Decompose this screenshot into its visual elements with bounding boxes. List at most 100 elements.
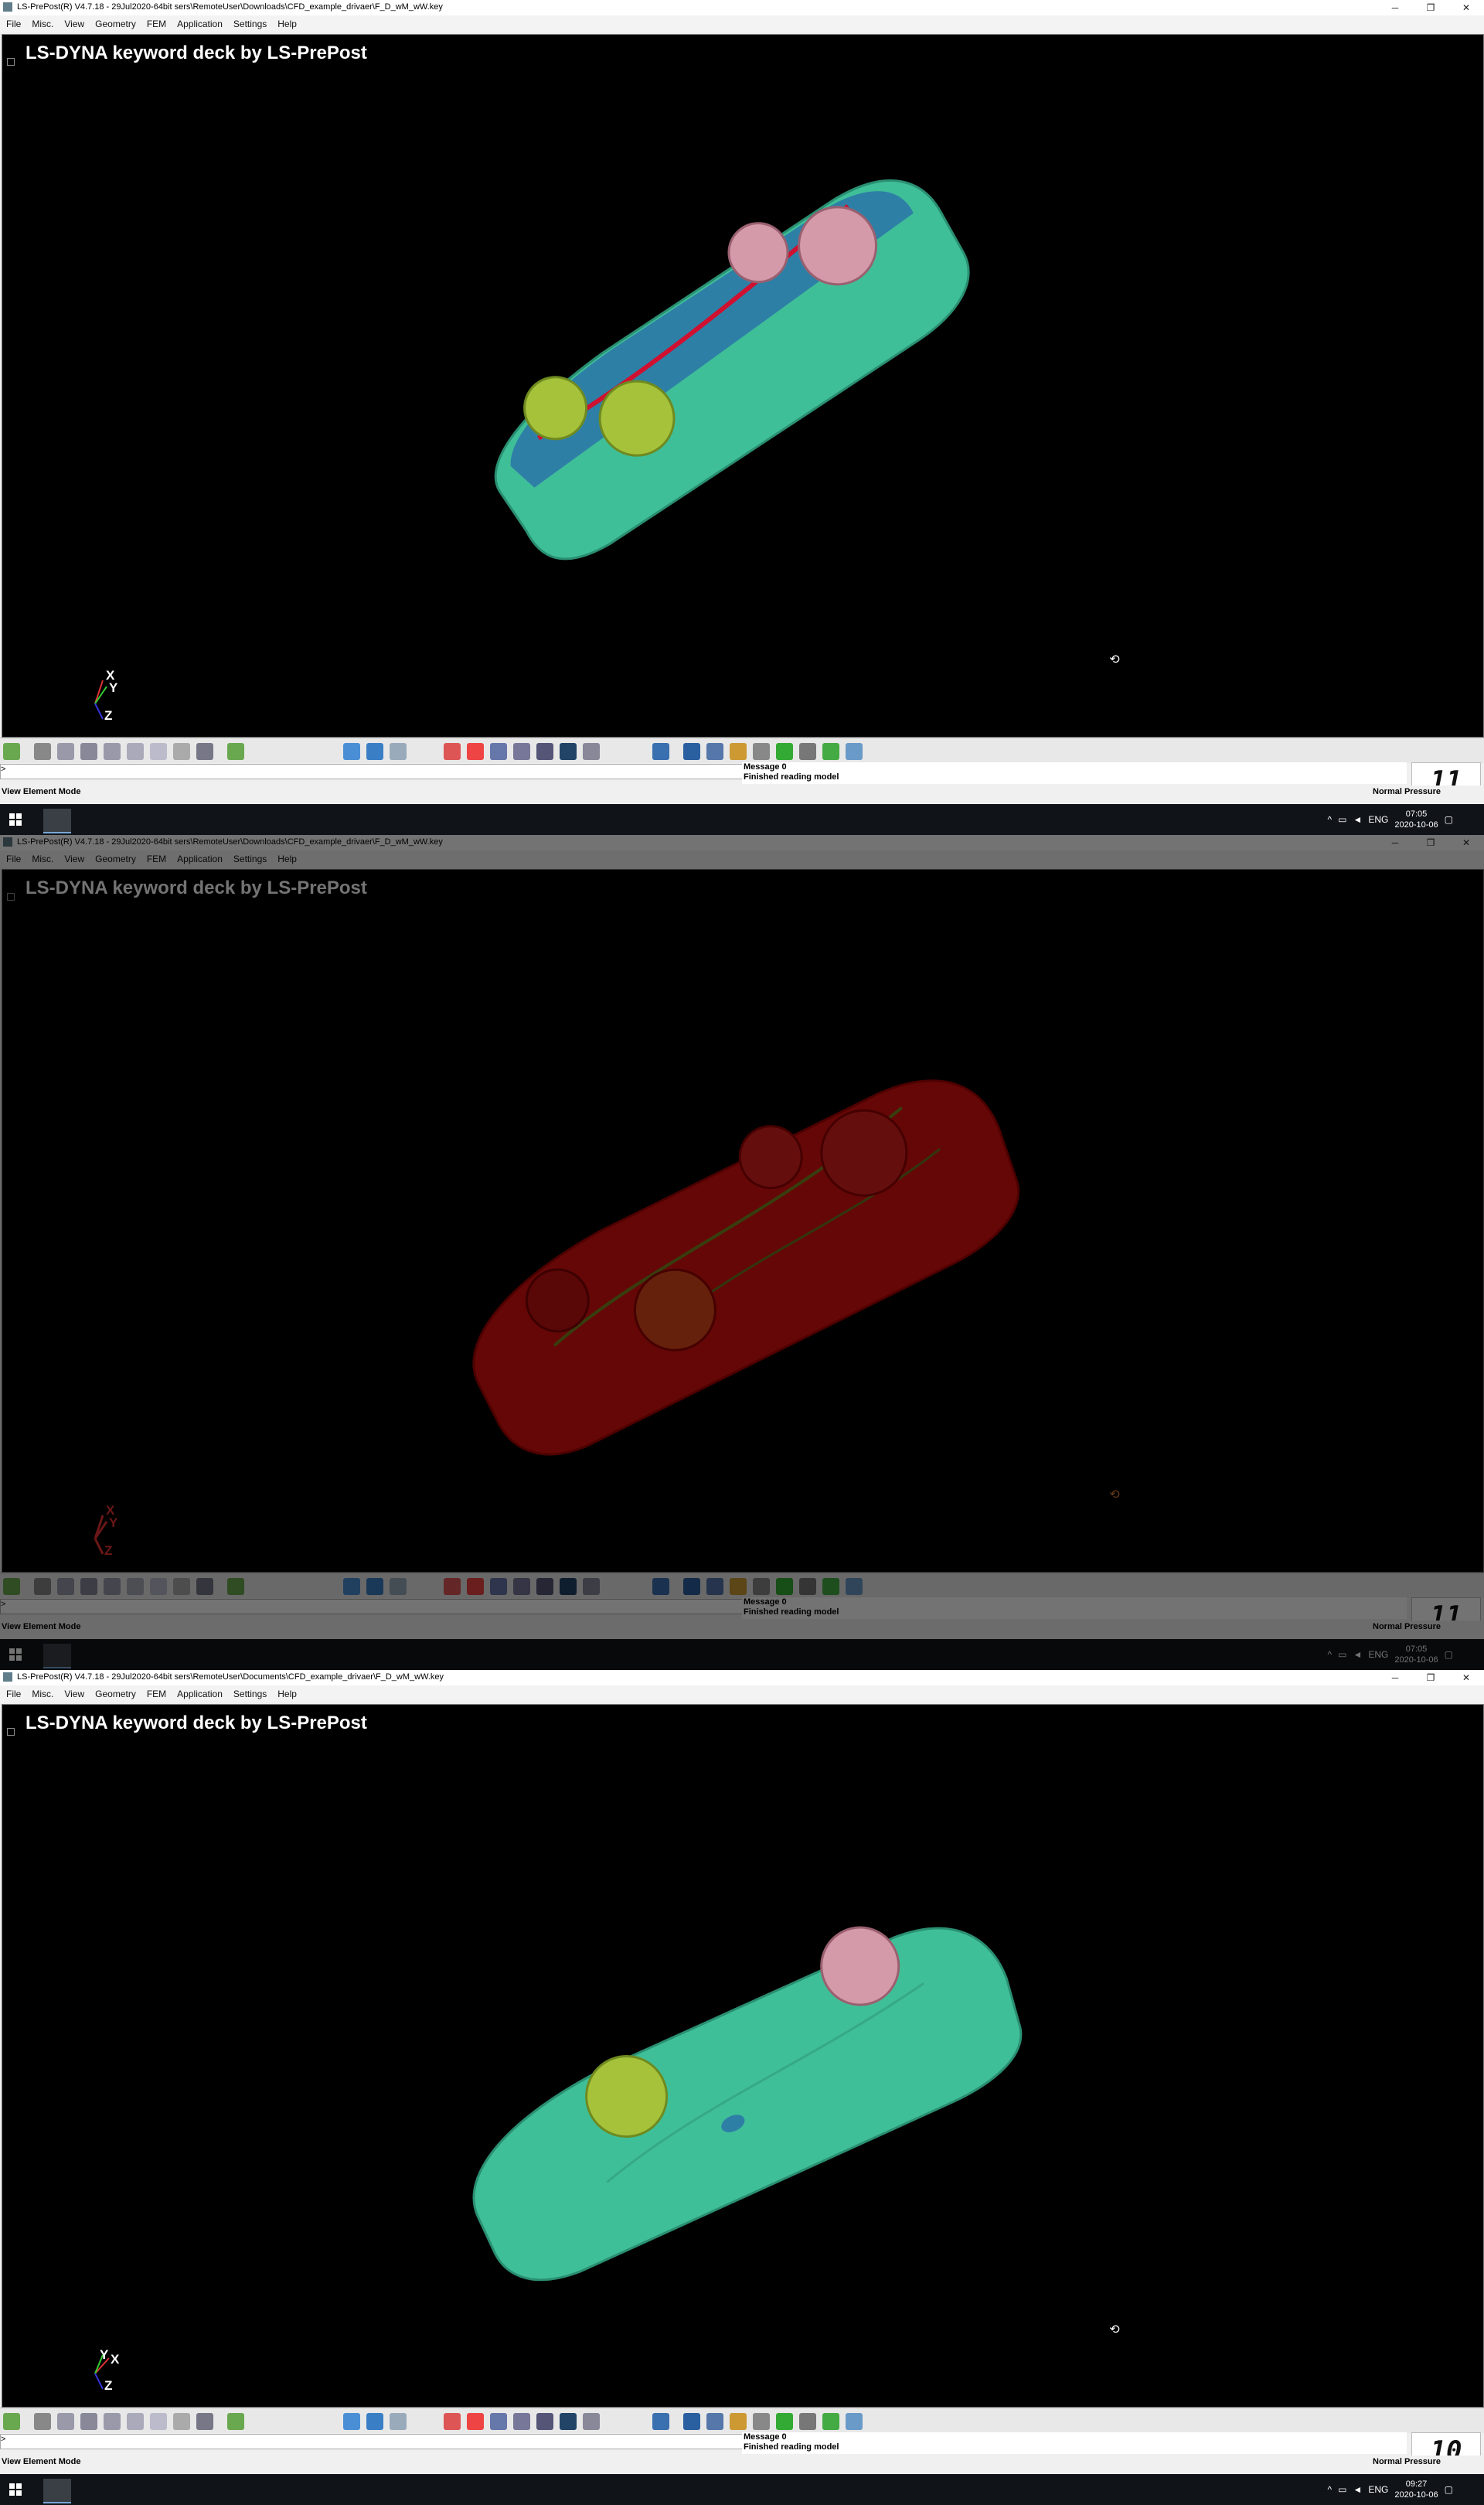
car-model[interactable] [2,870,1483,1572]
part-icon[interactable] [683,1578,700,1595]
zoom-icon[interactable] [490,743,507,760]
menu-help[interactable]: Help [271,1685,301,1699]
clock[interactable]: 07:05 2020-10-06 [1394,809,1438,830]
feature-icon[interactable] [104,1578,121,1595]
chevron-up-icon[interactable]: ^ [1327,2484,1332,2495]
wire-cube-icon[interactable] [390,2413,407,2430]
menu-file[interactable]: File [0,15,26,29]
wireframe-icon[interactable] [34,2413,51,2430]
command-input[interactable]: > [0,764,744,779]
blue-cube-icon[interactable] [343,2413,360,2430]
language-indicator[interactable]: ENG [1368,2484,1388,2495]
gear-icon[interactable] [822,1578,839,1595]
center-icon[interactable] [467,2413,484,2430]
center-icon[interactable] [467,1578,484,1595]
fit-icon[interactable] [583,743,600,760]
menu-help[interactable]: Help [271,15,301,29]
graphics-viewport[interactable]: LS-DYNA keyword deck by LS-PrePost ⟲ X Y… [2,869,1484,1573]
view-cube-icon[interactable] [227,2413,244,2430]
zoom-box-icon[interactable] [513,1578,530,1595]
zoom-box-icon[interactable] [513,743,530,760]
sphere-icon[interactable] [776,1578,793,1595]
measure-icon[interactable] [652,2413,669,2430]
menu-fem[interactable]: FEM [141,15,171,29]
car-model[interactable] [2,1705,1483,2407]
maximize-icon[interactable]: ❐ [1413,1670,1448,1685]
volume-icon[interactable]: ◄ [1353,814,1362,825]
sphere-icon[interactable] [776,743,793,760]
network-icon[interactable]: ▭ [1338,2484,1346,2495]
command-input[interactable]: > [0,1599,744,1614]
measure-icon[interactable] [652,743,669,760]
menu-view[interactable]: View [58,15,89,29]
edge-icon[interactable] [127,743,144,760]
clock[interactable]: 09:27 2020-10-06 [1394,2479,1438,2500]
screen-icon[interactable] [846,743,863,760]
windows-start-icon[interactable] [9,1648,22,1661]
menu-view[interactable]: View [58,850,89,864]
taskbar-app-icon[interactable] [43,1644,71,1668]
outline-icon[interactable] [150,1578,167,1595]
menu-fem[interactable]: FEM [141,850,171,864]
center-icon[interactable] [467,743,484,760]
rotate-icon[interactable] [536,1578,553,1595]
settings-icon[interactable] [799,2413,816,2430]
menu-misc[interactable]: Misc. [26,15,58,29]
windows-start-icon[interactable] [9,2483,22,2496]
pick-icon[interactable] [444,743,461,760]
render-icon[interactable] [196,1578,213,1595]
measure-icon[interactable] [652,1578,669,1595]
graphics-viewport[interactable]: LS-DYNA keyword deck by LS-PrePost ⟲ X Y… [2,34,1484,738]
language-indicator[interactable]: ENG [1368,814,1388,825]
checker-icon[interactable] [753,1578,770,1595]
minimize-icon[interactable]: ─ [1377,1670,1413,1685]
network-icon[interactable]: ▭ [1338,814,1346,825]
select-icon[interactable] [3,1578,20,1595]
graphics-viewport[interactable]: LS-DYNA keyword deck by LS-PrePost ⟲ X Y… [2,1704,1484,2408]
menu-misc[interactable]: Misc. [26,1685,58,1699]
settings-icon[interactable] [799,743,816,760]
mesh-icon[interactable] [173,1578,190,1595]
close-icon[interactable]: ✕ [1448,1670,1484,1685]
notification-icon[interactable]: ▢ [1445,2484,1453,2495]
notification-icon[interactable]: ▢ [1445,1649,1453,1660]
windows-start-icon[interactable] [9,813,22,826]
shaded-icon[interactable] [57,1578,74,1595]
taskbar-app-icon[interactable] [43,2479,71,2503]
light-icon[interactable] [730,1578,747,1595]
close-icon[interactable]: ✕ [1448,835,1484,850]
menu-application[interactable]: Application [171,15,227,29]
wire-cube-icon[interactable] [390,1578,407,1595]
settings-icon[interactable] [799,1578,816,1595]
select-icon[interactable] [3,743,20,760]
wireframe-icon[interactable] [34,1578,51,1595]
light-icon[interactable] [730,743,747,760]
part-icon[interactable] [683,2413,700,2430]
menu-settings[interactable]: Settings [227,1685,271,1699]
volume-icon[interactable]: ◄ [1353,2484,1362,2495]
menu-file[interactable]: File [0,850,26,864]
checker-icon[interactable] [753,743,770,760]
zoom-box-icon[interactable] [513,2413,530,2430]
outline-icon[interactable] [150,743,167,760]
sphere-icon[interactable] [776,2413,793,2430]
clock[interactable]: 07:05 2020-10-06 [1394,1644,1438,1665]
light-icon[interactable] [730,2413,747,2430]
rotate-icon[interactable] [536,743,553,760]
feature-icon[interactable] [104,2413,121,2430]
part-icon[interactable] [683,743,700,760]
mesh-icon[interactable] [173,2413,190,2430]
globe-icon[interactable] [560,1578,577,1595]
screen-icon[interactable] [846,2413,863,2430]
hidden-icon[interactable] [80,743,97,760]
zoom-icon[interactable] [490,2413,507,2430]
select-icon[interactable] [3,2413,20,2430]
menu-view[interactable]: View [58,1685,89,1699]
outline-icon[interactable] [150,2413,167,2430]
image-icon[interactable] [706,743,723,760]
taskbar-app-icon[interactable] [43,809,71,833]
rotate-icon[interactable] [536,2413,553,2430]
volume-icon[interactable]: ◄ [1353,1649,1362,1660]
maximize-icon[interactable]: ❐ [1413,835,1448,850]
maximize-icon[interactable]: ❐ [1413,0,1448,15]
